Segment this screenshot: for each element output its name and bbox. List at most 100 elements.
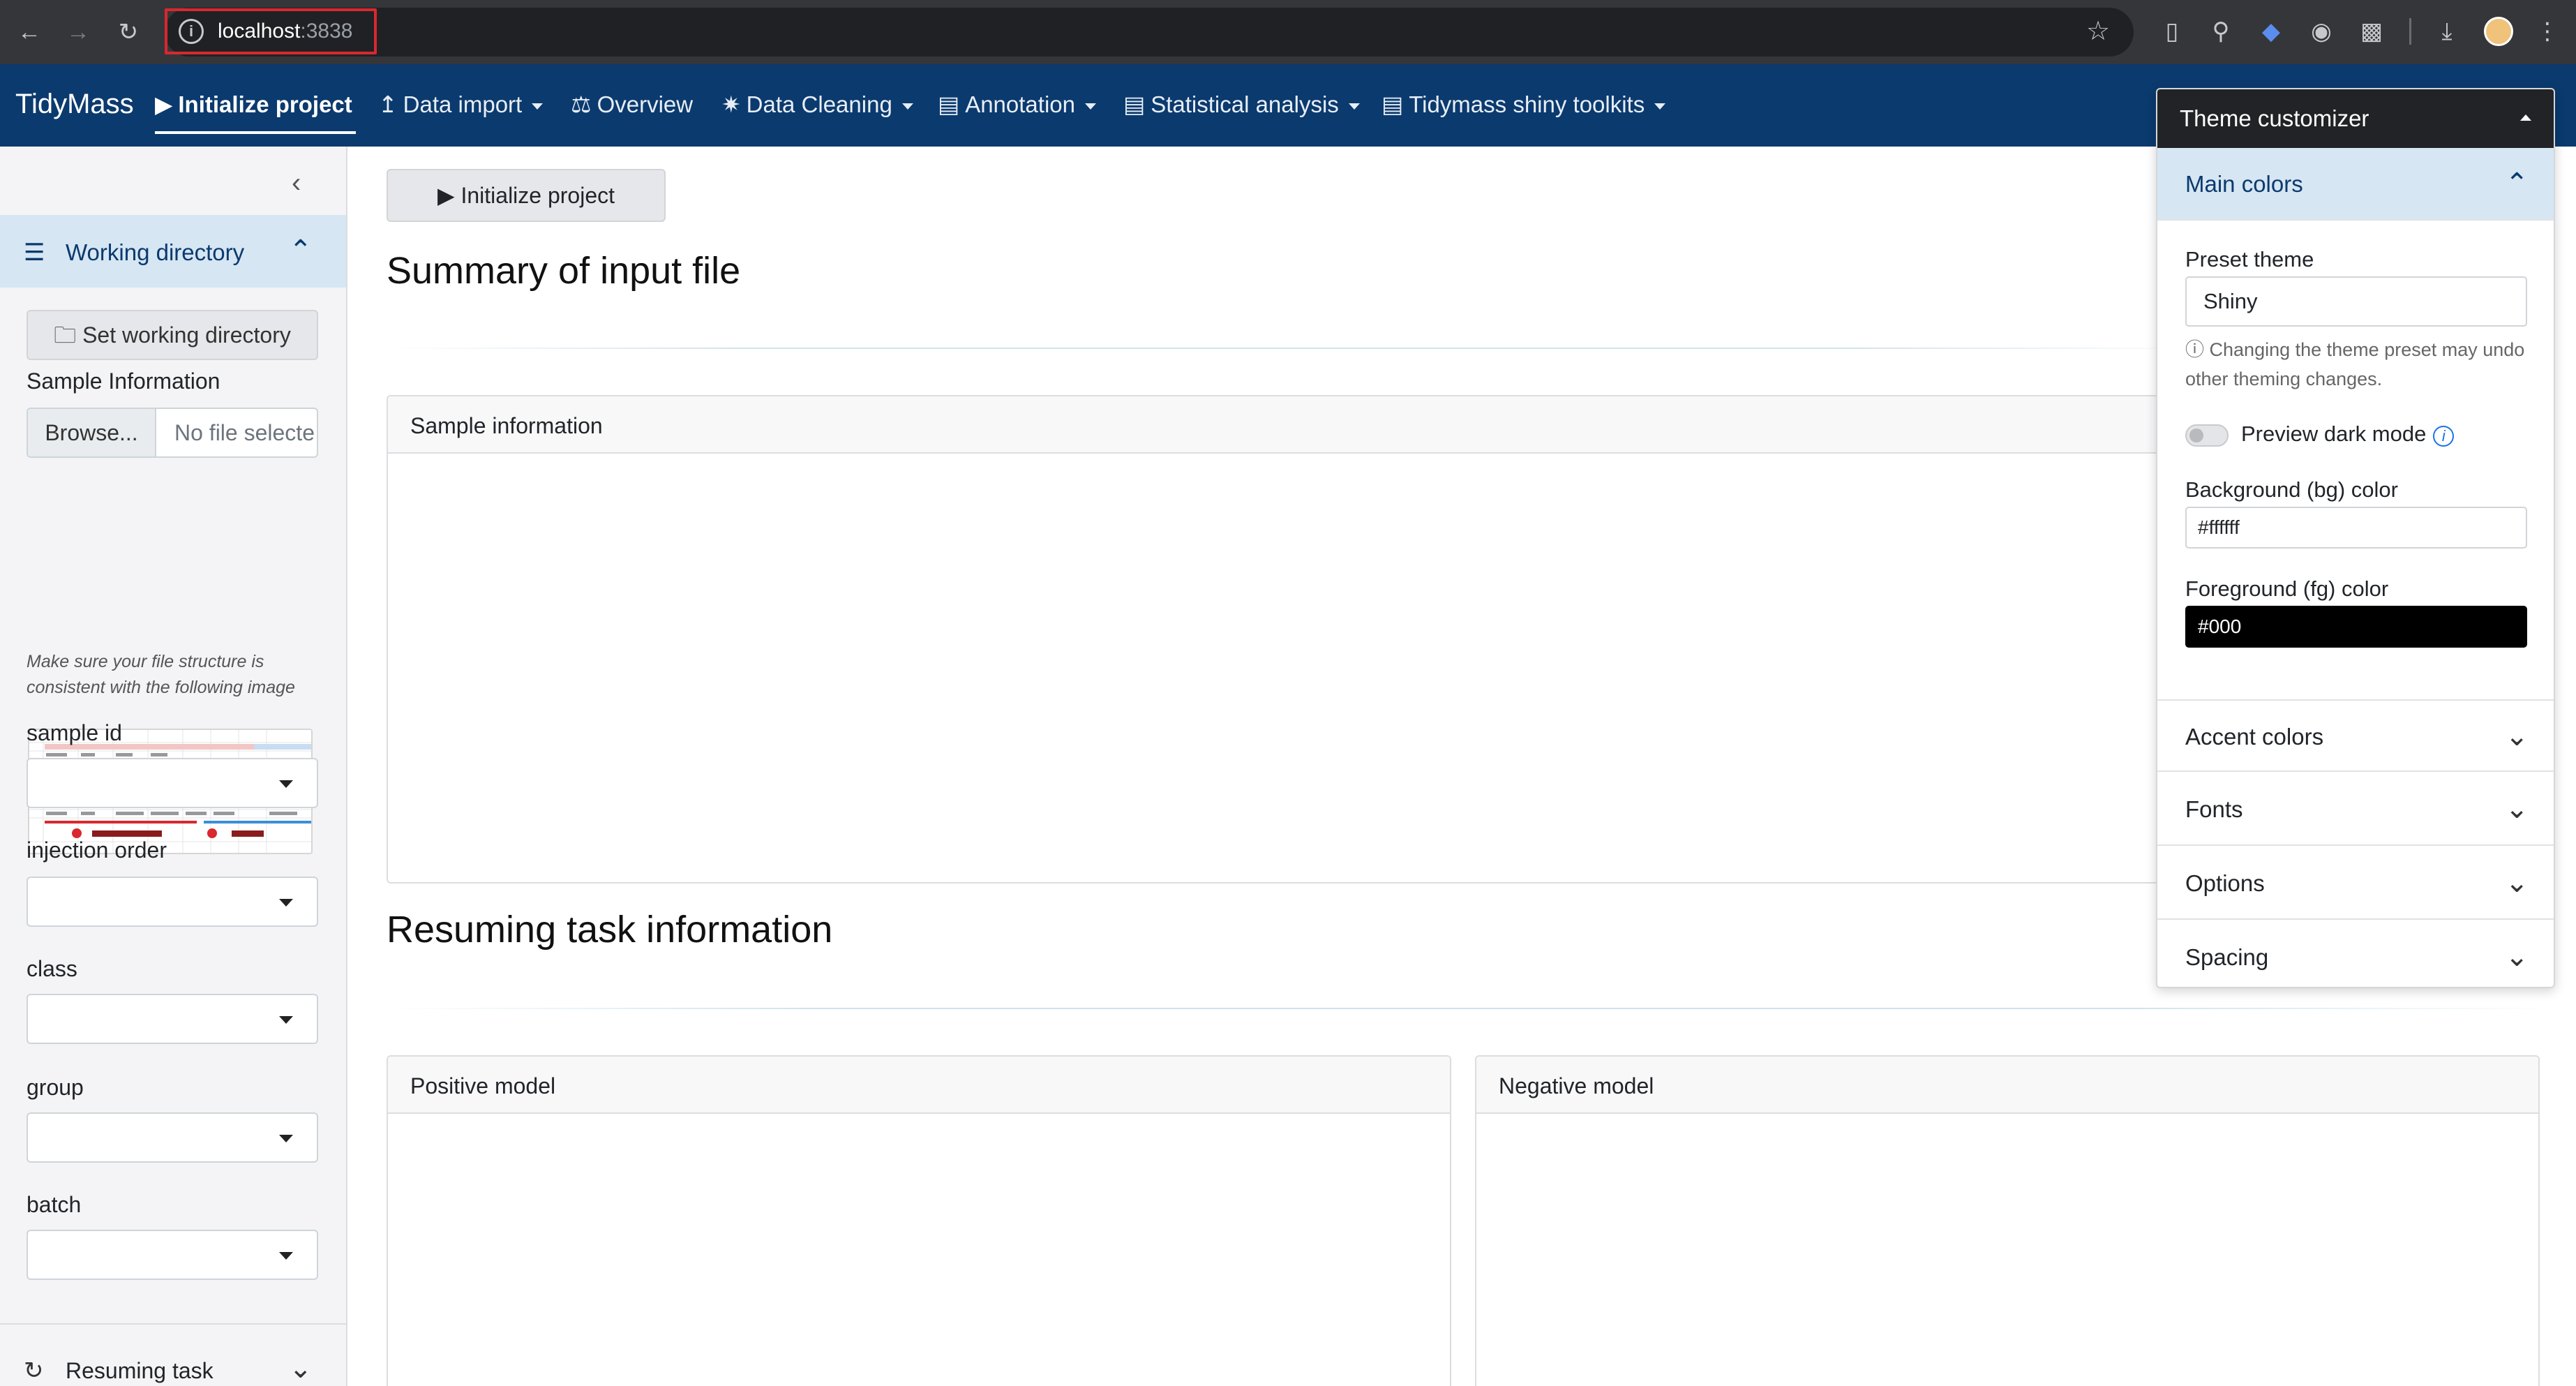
fg-color-label: Foreground (fg) color: [2185, 576, 2389, 601]
chevron-down-icon: ⌄: [2505, 941, 2529, 972]
chevron-down-icon: ⌄: [2505, 721, 2529, 752]
batch-label: batch: [27, 1192, 82, 1217]
sample-information-card-header: Sample information: [388, 396, 2157, 454]
class-select[interactable]: [27, 994, 318, 1044]
forward-icon[interactable]: →: [60, 14, 96, 50]
browse-button[interactable]: Browse...: [28, 409, 156, 456]
active-nav-underline: [155, 131, 356, 134]
document-icon[interactable]: ▯: [2156, 15, 2188, 47]
preset-theme-select[interactable]: Shiny: [2185, 276, 2527, 327]
group-label: group: [27, 1075, 84, 1100]
broom-icon: ✷: [721, 91, 741, 117]
bg-color-label: Background (bg) color: [2185, 477, 2398, 502]
address-bar[interactable]: [165, 8, 2134, 57]
sample-information-label: Sample Information: [27, 368, 220, 394]
toolbar-separator: [2409, 18, 2411, 45]
batch-select[interactable]: [27, 1230, 318, 1280]
sample-file-input[interactable]: Browse... No file selected: [27, 408, 318, 458]
file-structure-hint: Make sure your file structure is consist…: [27, 652, 295, 697]
spacing-section[interactable]: Spacing ⌄: [2157, 921, 2554, 987]
menu-kebab-icon[interactable]: ⋮: [2531, 15, 2563, 47]
preset-theme-label: Preset theme: [2185, 247, 2314, 271]
bg-color-input[interactable]: #ffffff: [2185, 507, 2527, 549]
negative-model-card-header: Negative model: [1476, 1057, 2538, 1114]
brand[interactable]: TidyMass: [15, 87, 134, 121]
caret-down-icon: [279, 1016, 293, 1024]
nav-overview[interactable]: ⚖ Overview: [571, 89, 693, 120]
caret-down-icon: [279, 899, 293, 907]
play-icon: ▶: [437, 183, 461, 208]
theme-customizer-panel: Theme customizer Main colors ⌃ Preset th…: [2156, 88, 2555, 988]
play-circle-icon: ▶: [155, 91, 173, 117]
group-select[interactable]: [27, 1112, 318, 1163]
file-placeholder: No file selected: [174, 420, 314, 445]
resuming-task-title: Resuming task information: [387, 909, 833, 951]
refresh-icon: ↻: [24, 1357, 44, 1384]
nav-initialize-project[interactable]: ▶ Initialize project: [155, 89, 352, 120]
back-icon[interactable]: ←: [11, 14, 47, 50]
injection-order-label: injection order: [27, 837, 167, 863]
caret-down-icon: [1085, 103, 1096, 110]
sidebar: ‹ ☰ Working directory ⌃ 🗀 Set working di…: [0, 147, 347, 1386]
initialize-project-button[interactable]: ▶ Initialize project: [387, 169, 666, 222]
dark-mode-toggle[interactable]: [2185, 424, 2229, 447]
extension-circle-icon[interactable]: ◉: [2305, 15, 2337, 47]
summary-title: Summary of input file: [387, 250, 741, 292]
download-icon[interactable]: ⤓: [2431, 15, 2463, 47]
info-icon[interactable]: i: [2433, 426, 2455, 447]
section-divider: [387, 348, 2201, 349]
folder-tree-icon: ☰: [24, 239, 45, 266]
caret-down-icon: [1654, 103, 1666, 110]
set-working-directory-button[interactable]: 🗀 Set working directory: [27, 310, 318, 360]
nav-data-import[interactable]: ↥ Data import: [378, 89, 544, 120]
caret-down-icon: [279, 1135, 293, 1142]
nav-statistical-analysis[interactable]: ▤ Statistical analysis: [1123, 89, 1360, 120]
theme-customizer-header[interactable]: Theme customizer: [2157, 89, 2554, 148]
caret-up-icon: [2520, 114, 2531, 121]
negative-model-card: Negative model: [1475, 1055, 2540, 1386]
sidebar-divider: [0, 1323, 346, 1325]
caret-down-icon: [279, 780, 293, 788]
class-label: class: [27, 956, 77, 981]
url-text[interactable]: localhost:3838: [218, 19, 352, 44]
injection-order-select[interactable]: [27, 877, 318, 927]
profile-avatar[interactable]: [2484, 17, 2513, 46]
nav-tidymass-toolkits[interactable]: ▤ Tidymass shiny toolkits: [1381, 89, 1666, 120]
id-card-icon: ▤: [938, 91, 960, 117]
accent-colors-section[interactable]: Accent colors ⌄: [2157, 699, 2554, 772]
fonts-section[interactable]: Fonts ⌄: [2157, 773, 2554, 846]
working-directory-header[interactable]: ☰ Working directory ⌃: [0, 215, 346, 288]
positive-model-card: Positive model: [387, 1055, 1451, 1386]
working-directory-label: Working directory: [66, 239, 245, 265]
browser-toolbar: ← → ↻ i localhost:3838 ☆ ▯ ⚲ ◆ ◉ ▩ ⤓ ⋮: [0, 0, 2576, 64]
caret-down-icon: [279, 1252, 293, 1260]
folder-icon: 🗀: [54, 322, 83, 348]
resuming-task-header[interactable]: ↻ Resuming task ⌄: [0, 1347, 346, 1386]
site-info-icon[interactable]: i: [179, 19, 204, 44]
caret-down-icon: [901, 103, 913, 110]
extension-search-icon[interactable]: ⚲: [2205, 15, 2237, 47]
id-card-icon: ▤: [1381, 91, 1404, 117]
fg-color-input[interactable]: #000: [2185, 606, 2527, 648]
options-section[interactable]: Options ⌄: [2157, 847, 2554, 920]
positive-model-card-header: Positive model: [388, 1057, 1450, 1114]
reload-icon[interactable]: ↻: [110, 14, 147, 50]
extensions-puzzle-icon[interactable]: ▩: [2356, 15, 2388, 47]
section-divider: [387, 1008, 2556, 1009]
sidebar-collapse-icon[interactable]: ‹: [292, 167, 301, 198]
resuming-task-label: Resuming task: [66, 1358, 214, 1383]
upload-icon: ↥: [378, 91, 398, 117]
preset-note: ⓘ Changing the theme preset may undo oth…: [2185, 339, 2525, 389]
extension-shield-icon[interactable]: ◆: [2255, 15, 2287, 47]
main-colors-section[interactable]: Main colors ⌃: [2157, 148, 2554, 221]
caret-down-icon: [1348, 103, 1360, 110]
bookmark-star-icon[interactable]: ☆: [2086, 15, 2110, 47]
dark-mode-label: Preview dark mode i: [2241, 420, 2455, 448]
info-circle-icon: ⓘ: [2185, 339, 2210, 360]
sample-id-label: sample id: [27, 720, 122, 745]
sample-id-select[interactable]: [27, 758, 318, 808]
nav-data-cleaning[interactable]: ✷ Data Cleaning: [721, 89, 913, 120]
nav-annotation[interactable]: ▤ Annotation: [938, 89, 1096, 120]
chevron-down-icon: ⌄: [2505, 867, 2529, 898]
sample-information-card: Sample information: [387, 395, 2159, 884]
